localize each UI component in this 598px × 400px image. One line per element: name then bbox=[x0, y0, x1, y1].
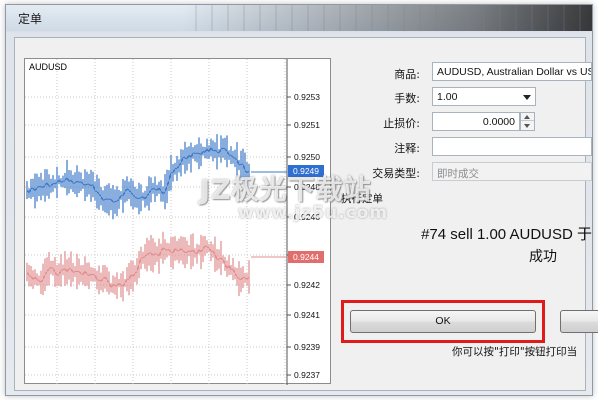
price-tick-label: 0.9242 bbox=[294, 280, 320, 290]
spin-up-button[interactable] bbox=[521, 113, 534, 121]
volume-value: 1.00 bbox=[437, 91, 458, 103]
title-bar[interactable]: 定单 bbox=[6, 5, 592, 31]
stoploss-spinner[interactable] bbox=[520, 112, 535, 131]
comment-input[interactable] bbox=[432, 137, 592, 156]
background-tiles bbox=[181, 5, 592, 31]
order-type-select[interactable]: 即时成交 bbox=[432, 162, 592, 181]
order-type-value: 即时成交 bbox=[437, 168, 479, 180]
bid-price-tag-label: 0.9244 bbox=[293, 252, 319, 262]
watermark-url: www.jz5u.com bbox=[238, 203, 389, 223]
price-tick-label: 0.9253 bbox=[294, 92, 320, 102]
price-tick-label: 0.9239 bbox=[294, 342, 320, 352]
watermark-logo-text: JZ极光下载站 bbox=[200, 175, 372, 206]
price-tick-label: 0.9241 bbox=[294, 310, 320, 320]
stoploss-input[interactable]: 0.0000 bbox=[432, 112, 520, 131]
price-tick-label: 0.9251 bbox=[294, 120, 320, 130]
chart-symbol-label: AUDUSD bbox=[29, 62, 68, 72]
volume-dropdown[interactable]: 1.00 bbox=[432, 87, 536, 106]
result-message-line1: #74 sell 1.00 AUDUSD 于 bbox=[421, 226, 592, 243]
symbol-value: AUDUSD, Australian Dollar vs US bbox=[437, 66, 592, 78]
comment-label: 注释: bbox=[394, 142, 420, 155]
window-title: 定单 bbox=[18, 12, 43, 26]
bid-price-series-line bbox=[26, 245, 250, 289]
symbol-select[interactable]: AUDUSD, Australian Dollar vs US bbox=[432, 62, 592, 81]
spin-down-button[interactable] bbox=[521, 122, 534, 130]
stoploss-label: 止损价: bbox=[383, 117, 420, 130]
ok-button-label: OK bbox=[435, 315, 451, 327]
arrow-up-icon bbox=[524, 115, 530, 119]
price-tick-label: 0.9237 bbox=[294, 370, 320, 380]
stoploss-value: 0.0000 bbox=[482, 116, 515, 128]
symbol-label: 商品: bbox=[394, 68, 420, 81]
print-hint: 你可以按"打印"按钮打印当 bbox=[452, 346, 578, 358]
result-message: #74 sell 1.00 AUDUSD 于 成功 bbox=[342, 224, 592, 268]
chevron-down-icon bbox=[523, 95, 531, 100]
ok-button[interactable]: OK bbox=[350, 310, 536, 333]
price-tick-label: 0.9250 bbox=[294, 152, 320, 162]
print-button[interactable] bbox=[560, 310, 598, 333]
volume-label: 手数: bbox=[394, 92, 420, 105]
result-message-line2: 成功 bbox=[529, 249, 557, 265]
arrow-down-icon bbox=[524, 124, 530, 128]
